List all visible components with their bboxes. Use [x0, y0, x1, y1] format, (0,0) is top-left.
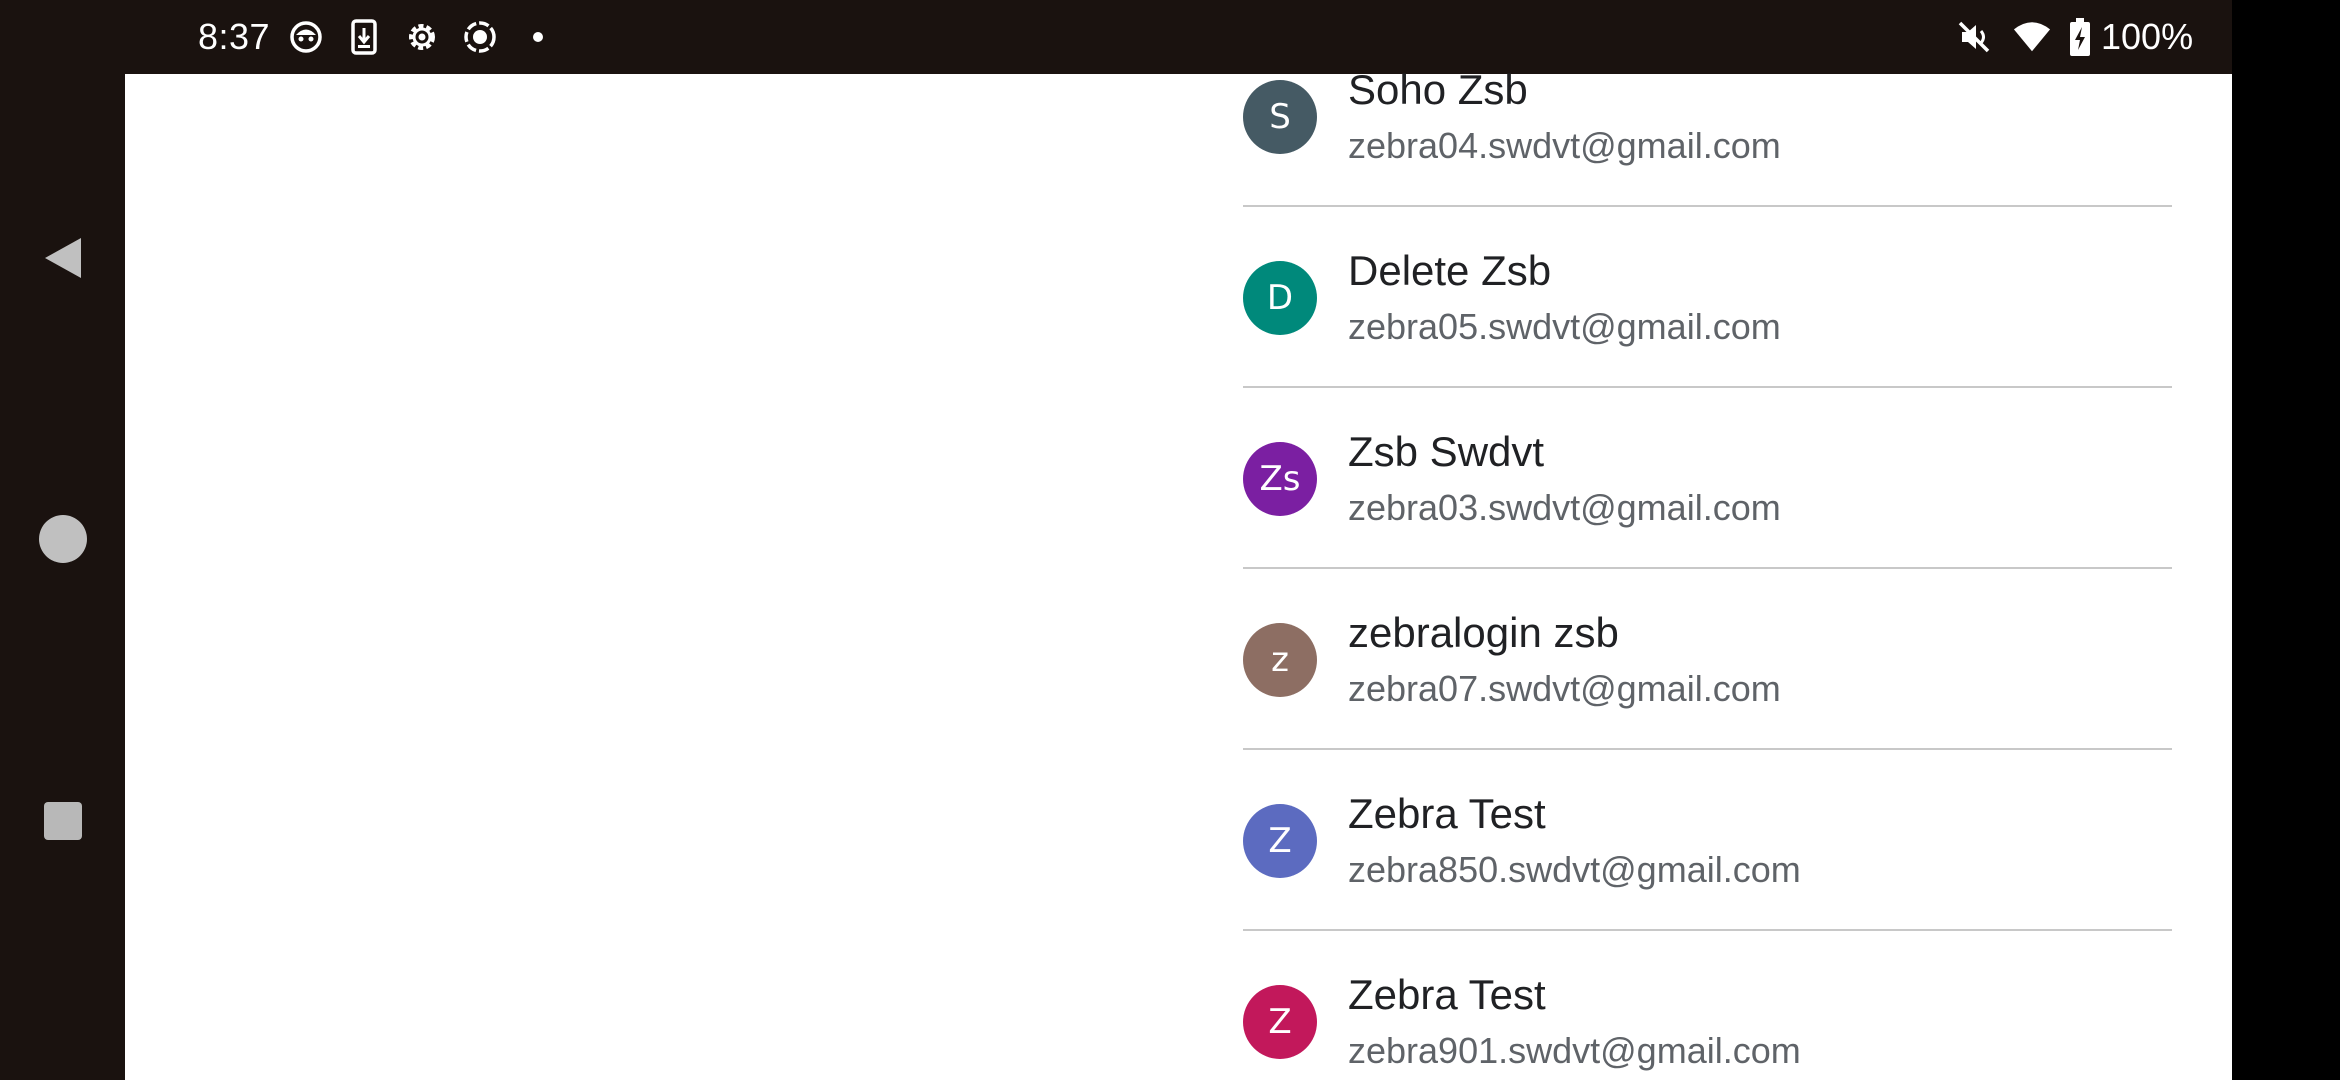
- dot-icon: [519, 18, 557, 56]
- account-row[interactable]: D Delete Zsb zebra05.swdvt@gmail.com: [1243, 207, 2172, 388]
- gear-icon: [403, 18, 441, 56]
- home-icon: [37, 513, 89, 565]
- account-name: zebralogin zsb: [1348, 609, 1619, 656]
- account-email: zebra901.swdvt@gmail.com: [1348, 1030, 1801, 1071]
- account-email: zebra07.swdvt@gmail.com: [1348, 668, 1781, 709]
- account-picker-app: 8:37 100% S Soho Zsb zebra04.swdvt@gmail…: [125, 0, 2232, 1080]
- avatar: D: [1243, 261, 1317, 335]
- account-list: S Soho Zsb zebra04.swdvt@gmail.com D Del…: [1243, 0, 2172, 1080]
- account-email: zebra850.swdvt@gmail.com: [1348, 849, 1801, 890]
- download-icon: [345, 18, 383, 56]
- navigation-bar: [0, 0, 125, 1080]
- avatar: Z: [1243, 985, 1317, 1059]
- account-name: Zebra Test: [1348, 790, 1546, 837]
- avatar: Z: [1243, 804, 1317, 878]
- screen: 8:37 100% S Soho Zsb zebra04.swdvt@gmail…: [0, 0, 2340, 1080]
- screen-record-icon: [461, 18, 499, 56]
- account-row[interactable]: Z Zebra Test zebra850.swdvt@gmail.com: [1243, 750, 2172, 931]
- status-time: 8:37: [198, 16, 271, 57]
- avatar: z: [1243, 623, 1317, 697]
- avatar: Zs: [1243, 442, 1317, 516]
- recents-icon: [42, 800, 84, 842]
- back-icon: [41, 234, 85, 282]
- account-row[interactable]: S Soho Zsb zebra04.swdvt@gmail.com: [1243, 26, 2172, 207]
- account-name: Zsb Swdvt: [1348, 428, 1545, 475]
- home-button[interactable]: [27, 503, 99, 575]
- account-name: Soho Zsb: [1348, 66, 1528, 113]
- account-name: Delete Zsb: [1348, 247, 1552, 294]
- account-row[interactable]: z zebralogin zsb zebra07.swdvt@gmail.com: [1243, 569, 2172, 750]
- recents-button[interactable]: [27, 785, 99, 857]
- account-name: Zebra Test: [1348, 971, 1546, 1018]
- account-email: zebra03.swdvt@gmail.com: [1348, 487, 1781, 528]
- account-row[interactable]: Z Zebra Test zebra901.swdvt@gmail.com: [1243, 931, 2172, 1080]
- account-row[interactable]: Zs Zsb Swdvt zebra03.swdvt@gmail.com: [1243, 388, 2172, 569]
- account-email: zebra04.swdvt@gmail.com: [1348, 125, 1781, 166]
- account-email: zebra05.swdvt@gmail.com: [1348, 306, 1781, 347]
- back-button[interactable]: [27, 222, 99, 294]
- face-icon: [287, 18, 325, 56]
- avatar: S: [1243, 80, 1317, 154]
